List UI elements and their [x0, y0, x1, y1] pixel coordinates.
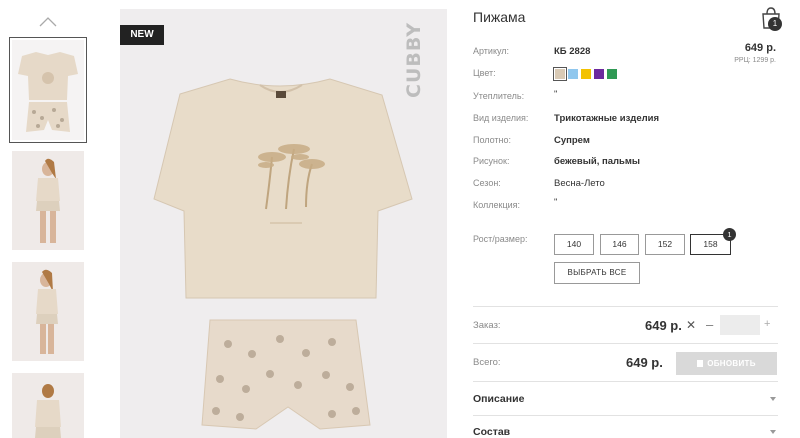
thumbnail-2[interactable]	[12, 151, 84, 250]
brand-logo: CUBBY	[403, 21, 425, 99]
accordion-composition[interactable]: Состав	[473, 426, 510, 438]
cart-count-badge: 1	[768, 17, 782, 31]
chevron-down-icon[interactable]	[770, 430, 776, 434]
pajama-illustration	[153, 78, 413, 430]
divider	[473, 415, 778, 416]
total-label: Всего:	[473, 357, 501, 368]
quantity-input[interactable]	[720, 315, 760, 335]
new-badge: NEW	[120, 25, 164, 45]
order-price: 649 р.	[645, 318, 682, 333]
thumbnail-1[interactable]	[9, 37, 87, 143]
chevron-up-icon[interactable]	[38, 14, 58, 28]
chevron-down-icon[interactable]	[770, 397, 776, 401]
color-swatch-beige[interactable]	[553, 67, 567, 81]
main-product-image[interactable]: NEW CUBBY	[120, 9, 447, 438]
size-option-140[interactable]: 140	[554, 234, 594, 255]
attr-value-fabric: Супрем	[554, 135, 590, 146]
update-button[interactable]: ОБНОВИТЬ	[676, 352, 777, 375]
attr-label-item-type: Вид изделия:	[473, 113, 529, 123]
size-option-146[interactable]: 146	[600, 234, 639, 255]
color-swatch-yellow[interactable]	[581, 69, 591, 79]
attr-label-color: Цвет:	[473, 68, 496, 78]
select-all-button[interactable]: ВЫБРАТЬ ВСЕ	[554, 262, 640, 284]
divider	[473, 381, 778, 382]
attr-label-fabric: Полотно:	[473, 135, 512, 145]
update-button-label: ОБНОВИТЬ	[707, 359, 756, 368]
size-option-152[interactable]: 152	[645, 234, 685, 255]
attr-value-collection: "	[554, 197, 558, 208]
attr-value-insulation: "	[554, 89, 558, 100]
accordion-description[interactable]: Описание	[473, 393, 524, 405]
attr-label-collection: Коллекция:	[473, 200, 521, 210]
divider	[473, 306, 778, 307]
attr-label-article: Артикул:	[473, 46, 510, 56]
color-swatch-purple[interactable]	[594, 69, 604, 79]
color-swatch-light-blue[interactable]	[568, 69, 578, 79]
thumbnail-3[interactable]	[12, 262, 84, 361]
attr-value-season: Весна-Лето	[554, 178, 605, 189]
size-label: Рост/размер:	[473, 234, 528, 244]
product-price: 649 р.	[744, 42, 776, 54]
attr-label-insulation: Утеплитель:	[473, 91, 525, 101]
size-selected-count-badge: 1	[723, 228, 736, 241]
thumbnail-strip	[0, 0, 100, 438]
color-swatch-green[interactable]	[607, 69, 617, 79]
quantity-decrease-button[interactable]: –	[706, 317, 713, 332]
thumbnail-4[interactable]	[12, 373, 84, 438]
attr-value-pattern: бежевый, пальмы	[554, 156, 641, 167]
order-label: Заказ:	[473, 320, 501, 331]
rrc-price: РРЦ: 1299 р.	[734, 57, 776, 64]
attr-label-pattern: Рисунок:	[473, 156, 510, 166]
remove-order-icon[interactable]: ✕	[686, 318, 696, 332]
attr-label-season: Сезон:	[473, 178, 501, 188]
trash-icon	[697, 360, 704, 367]
quantity-increase-button[interactable]: +	[764, 318, 770, 330]
product-title: Пижама	[473, 9, 526, 25]
total-price: 649 р.	[626, 355, 663, 370]
attr-value-article: КБ 2828	[554, 46, 591, 57]
divider	[473, 343, 778, 344]
attr-value-item-type: Трикотажные изделия	[554, 113, 660, 124]
